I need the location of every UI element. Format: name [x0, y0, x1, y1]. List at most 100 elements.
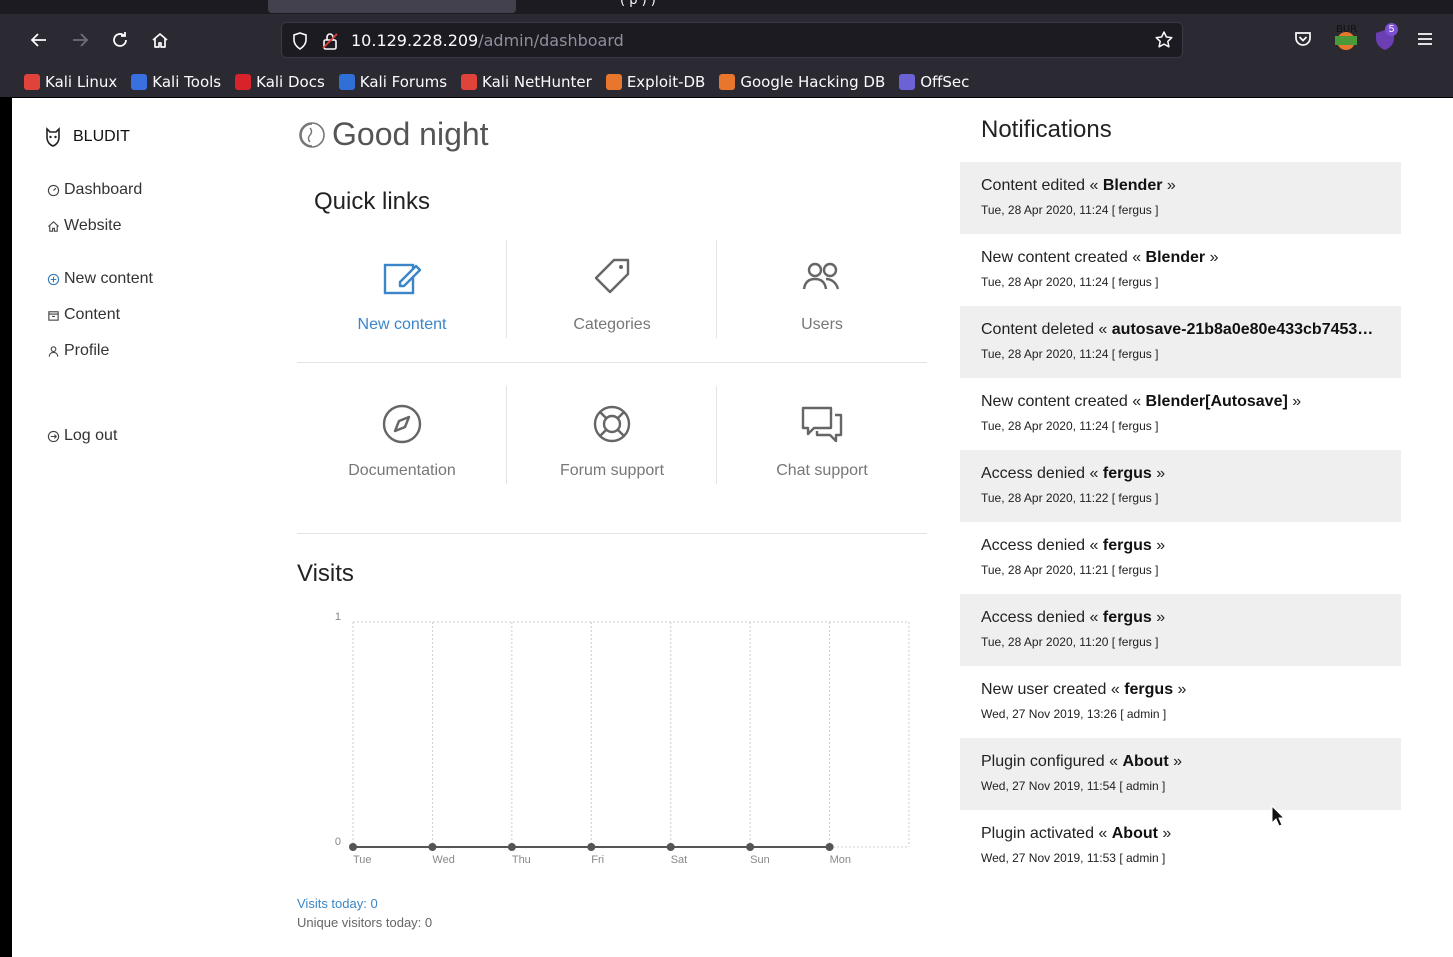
sidebar-item-dashboard[interactable]: Dashboard: [47, 181, 142, 199]
notification-action: Access denied «: [981, 609, 1103, 626]
tile-divider: [716, 240, 717, 338]
bookmark-star-icon[interactable]: [1154, 30, 1174, 55]
bookmark-item[interactable]: Kali Tools: [131, 73, 221, 91]
notification-subject: Blender: [1102, 177, 1163, 194]
sidebar-item-label: New content: [64, 270, 153, 287]
app-menu-icon[interactable]: [1412, 26, 1438, 52]
notification-action: Plugin configured «: [981, 753, 1123, 770]
notification-meta: Tue, 28 Apr 2020, 11:24 [ fergus ]: [981, 419, 1159, 433]
notification-item: Access denied « fergus » Tue, 28 Apr 2020…: [960, 594, 1401, 666]
sidebar-item-website[interactable]: Website: [47, 217, 122, 235]
chart-point: [746, 843, 755, 851]
tile-divider: [506, 240, 507, 338]
notification-text: Access denied « fergus »: [981, 465, 1380, 483]
insecure-lock-icon[interactable]: [320, 31, 340, 56]
sidebar-item-new-content[interactable]: New content: [47, 270, 153, 288]
burp-extension-icon[interactable]: BUR: [1333, 24, 1359, 52]
quick-link-new-content[interactable]: New content: [297, 240, 507, 338]
brand-name: BLUDIT: [73, 128, 130, 145]
notification-action: New content created «: [981, 249, 1146, 266]
quick-link-label: Chat support: [776, 462, 868, 479]
back-button[interactable]: [25, 26, 53, 54]
page-greeting: Good night: [298, 116, 489, 153]
sidebar: BLUDIT Dashboard Website New content Con…: [12, 98, 272, 957]
forward-button[interactable]: [66, 26, 94, 54]
bookmark-item[interactable]: Google Hacking DB: [719, 73, 885, 91]
tracking-shield-icon[interactable]: [290, 31, 310, 56]
bookmark-label: Kali Linux: [45, 72, 118, 91]
tile-divider: [716, 386, 717, 484]
notification-subject: About: [1111, 825, 1158, 842]
notification-action: Access denied «: [981, 537, 1103, 554]
pocket-icon[interactable]: [1290, 26, 1316, 52]
chart-x-tick-label: Fri: [591, 854, 604, 866]
url-path: /admin/dashboard: [478, 31, 624, 50]
url-text[interactable]: 10.129.228.209/admin/dashboard: [351, 31, 624, 50]
notification-action: Content edited «: [981, 177, 1103, 194]
home-button[interactable]: [146, 26, 174, 54]
quick-link-forum-support[interactable]: Forum support: [507, 386, 717, 484]
burp-label: BUR: [1336, 24, 1358, 35]
sidebar-item-content[interactable]: Content: [47, 306, 120, 324]
address-bar[interactable]: 10.129.228.209/admin/dashboard: [281, 22, 1183, 58]
bookmark-item[interactable]: Kali NetHunter: [461, 73, 592, 91]
bookmarks-toolbar: Kali Linux Kali Tools Kali Docs Kali Forums…: [0, 66, 1453, 97]
quick-link-label: Users: [801, 316, 843, 333]
greeting-text: Good night: [332, 116, 489, 152]
url-host: 10.129.228.209: [351, 31, 479, 50]
tag-icon: [594, 258, 630, 294]
notification-action: Plugin activated «: [981, 825, 1112, 842]
notification-subject: autosave-21b8a0e80e433cb7453…: [1111, 321, 1374, 338]
visits-chart: 1 0 Tue Wed Thu Fri Sat Sun Mon: [335, 611, 910, 866]
quick-link-categories[interactable]: Categories: [507, 240, 717, 338]
notification-suffix: »: [1162, 177, 1176, 194]
bookmark-favicon-icon: [899, 73, 916, 90]
quick-link-chat-support[interactable]: Chat support: [717, 386, 927, 484]
reload-button[interactable]: [106, 26, 134, 54]
notification-item: New content created « Blender » Tue, 28 A…: [960, 234, 1401, 306]
section-divider: [297, 533, 927, 534]
notification-subject: About: [1122, 753, 1169, 770]
logout-icon: [47, 430, 60, 442]
users-icon: [802, 262, 840, 290]
notification-suffix: »: [1157, 825, 1172, 842]
notification-meta: Wed, 27 Nov 2019, 11:53 [ admin ]: [981, 851, 1166, 865]
sidebar-item-logout[interactable]: Log out: [47, 427, 117, 445]
chart-x-tick-label: Mon: [830, 854, 851, 866]
tile-divider: [506, 386, 507, 484]
sidebar-item-label: Content: [64, 306, 121, 323]
bookmark-item[interactable]: Exploit-DB: [605, 73, 705, 91]
notification-text: Plugin activated « About »: [981, 825, 1380, 843]
notification-suffix: »: [1287, 393, 1302, 410]
quick-link-documentation[interactable]: Documentation: [297, 386, 507, 484]
chart-point: [825, 843, 834, 851]
notification-text: New user created « fergus »: [981, 681, 1380, 699]
quick-link-users[interactable]: Users: [717, 240, 927, 338]
brand[interactable]: BLUDIT: [43, 126, 130, 148]
bookmark-item[interactable]: Kali Forums: [338, 73, 447, 91]
bookmark-favicon-icon: [235, 73, 252, 90]
extension-shield-icon[interactable]: 5: [1372, 23, 1398, 52]
chart-x-tick-label: Sun: [750, 854, 770, 866]
notification-text: Content edited « Blender »: [981, 177, 1380, 195]
sidebar-item-profile[interactable]: Profile: [47, 342, 109, 360]
quick-link-label: New content: [357, 316, 447, 333]
mouse-cursor-icon: [1271, 805, 1285, 827]
bookmark-item[interactable]: OffSec: [899, 73, 969, 91]
notification-suffix: »: [1173, 681, 1187, 698]
bookmark-favicon-icon: [24, 73, 40, 90]
bookmark-item[interactable]: Kali Docs: [235, 73, 325, 91]
chart-point: [666, 843, 675, 851]
bookmark-label: Kali Docs: [256, 72, 325, 91]
chart-point: [507, 843, 516, 851]
notification-meta: Wed, 27 Nov 2019, 11:54 [ admin ]: [981, 779, 1166, 793]
bookmark-item[interactable]: Kali Linux: [24, 73, 117, 91]
tab-title[interactable]: ( p ) ): [620, 0, 656, 8]
active-tab[interactable]: [268, 0, 516, 13]
notification-text: Content deleted « autosave-21b8a0e80e433…: [981, 321, 1380, 339]
bookmark-label: Google Hacking DB: [740, 72, 886, 91]
notification-item: New user created « fergus » Wed, 27 Nov 2…: [960, 666, 1401, 738]
chart-x-tick-label: Tue: [353, 854, 372, 866]
notification-text: New content created « Blender[Autosave] …: [981, 393, 1380, 411]
notification-meta: Tue, 28 Apr 2020, 11:22 [ fergus ]: [981, 491, 1159, 505]
